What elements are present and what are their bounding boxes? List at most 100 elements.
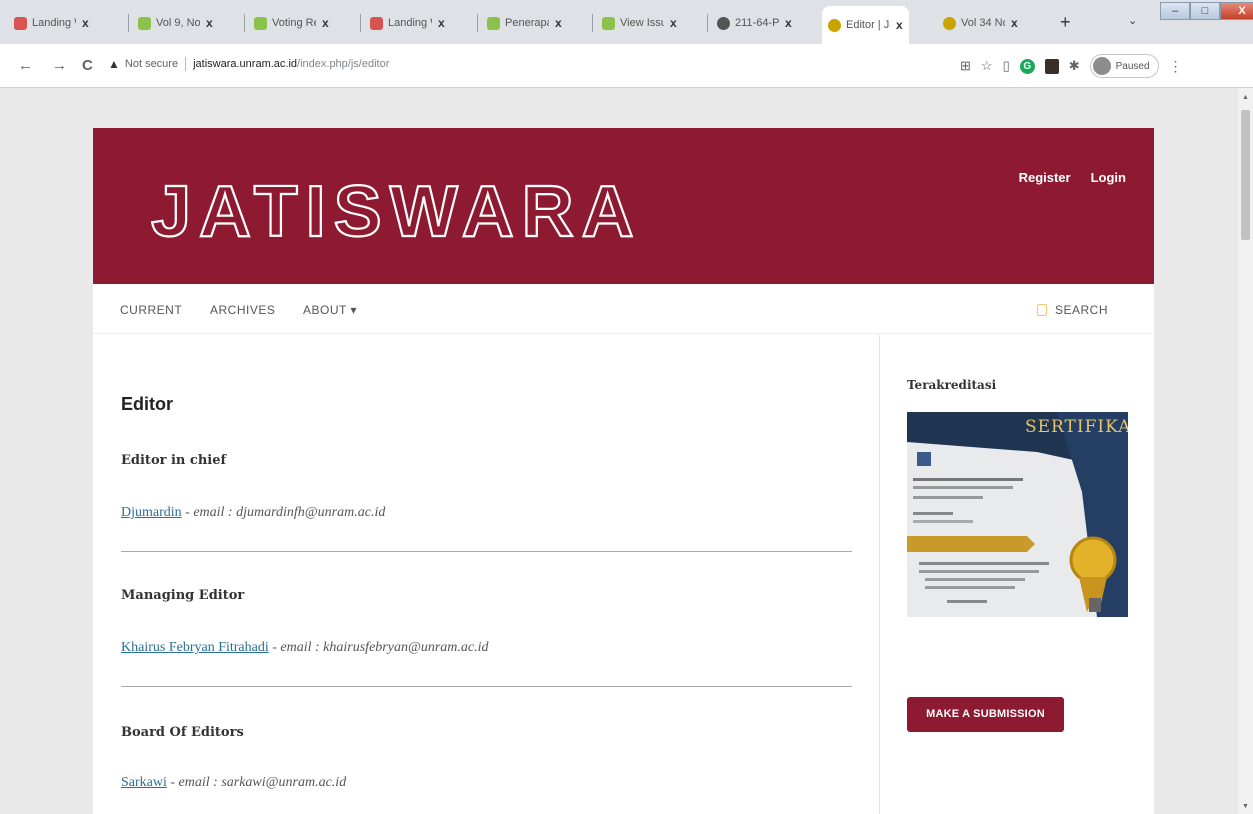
editor-entry: Khairus Febryan Fitrahadi - email : khai… [121,640,488,656]
bookmark-star-icon[interactable]: ☆ [981,58,993,74]
journal-site: JATISWARA Register Login CURRENT ARCHIVE… [93,128,1154,814]
browser-tab[interactable]: Penerapan x [481,8,568,38]
warning-icon: ▲ [108,57,120,71]
menu-icon[interactable]: ⋮ [1169,58,1183,75]
tab-title: View Issue [620,17,664,29]
close-tab-icon[interactable]: x [82,16,89,30]
nav-archives[interactable]: ARCHIVES [210,303,275,317]
reload-button[interactable]: C [82,57,93,74]
tab-title: Editor | Jati [846,19,890,31]
close-tab-icon[interactable]: x [1011,16,1018,30]
search-label: SEARCH [1054,303,1108,317]
browser-tab[interactable]: Vol 34 No. x [937,8,1024,38]
editor-entry: Sarkawi - email : sarkawi@unram.ac.id [121,775,346,791]
editor-name-link[interactable]: Khairus Febryan Fitrahadi [121,640,269,655]
close-tab-icon[interactable]: x [670,16,677,30]
browser-toolbar: ← → C ▲ Not secure jatiswara.unram.ac.id… [0,44,1253,88]
site-favicon-icon [487,16,500,30]
grammarly-extension-icon[interactable]: G [1019,58,1035,74]
editor-entry: Djumardin - email : djumardinfh@unram.ac… [121,505,385,521]
nav-current[interactable]: CURRENT [120,303,182,317]
tab-title: Vol 34 No. [961,17,1005,29]
editor-email: - email : khairusfebryan@unram.ac.id [272,640,489,655]
translate-icon[interactable]: ⊞ [960,58,971,74]
site-favicon-icon [138,16,151,30]
user-links: Register Login [1019,170,1126,185]
svg-text:SERTIFIKAT: SERTIFIKAT [1025,417,1128,437]
browser-tab[interactable]: Landing W x [364,8,451,38]
back-button[interactable]: ← [18,57,33,74]
divider [121,551,852,552]
tab-title: 211-64-PE [735,17,779,29]
site-favicon-icon [828,18,841,32]
editor-email: - email : sarkawi@unram.ac.id [170,775,347,790]
editor-name-link[interactable]: Djumardin [121,505,182,520]
primary-nav: CURRENT ARCHIVES ABOUT ▾ SEARCH [93,284,1154,334]
editor-email: - email : djumardinfh@unram.ac.id [185,505,386,520]
toolbar-icons: ⊞ ☆ ▯ G ✱ Paused ⋮ [960,54,1183,78]
browser-tab[interactable]: Voting Res x [248,8,335,38]
site-favicon-icon [14,16,27,30]
tab-title: Landing W [388,17,432,29]
vertical-scrollbar[interactable]: ▲ ▼ [1238,88,1253,814]
tab-title: Penerapan [505,17,549,29]
browser-tab[interactable]: Vol 9, No : x [132,8,219,38]
browser-tab[interactable]: 211-64-PE x [711,8,798,38]
search-link[interactable]: SEARCH [1036,303,1108,317]
site-favicon-icon [602,16,615,30]
register-link[interactable]: Register [1019,170,1071,185]
section-heading: Managing Editor [121,588,245,603]
tab-title: Voting Res [272,17,316,29]
sidebar: Terakreditasi SERTIFIKAT [879,335,1154,814]
url-path: /index.php/js/editor [297,58,390,70]
login-link[interactable]: Login [1091,170,1126,185]
forward-button[interactable]: → [52,57,67,74]
scroll-down-icon[interactable]: ▼ [1242,803,1249,810]
close-tab-icon[interactable]: x [555,16,562,30]
site-favicon-icon [943,16,956,30]
browser-tab[interactable]: Landing W x [8,8,95,38]
close-tab-icon[interactable]: x [785,16,792,30]
tab-search-button[interactable]: ⌄ [1128,14,1137,27]
section-heading: Board Of Editors [121,725,244,740]
close-tab-icon[interactable]: x [896,18,903,32]
site-favicon-icon [370,16,383,30]
browser-tab[interactable]: View Issue x [596,8,683,38]
minimize-button[interactable]: – [1160,2,1190,20]
address-bar[interactable]: ▲ Not secure jatiswara.unram.ac.id /inde… [108,57,389,71]
main-content: Editor Editor in chief Djumardin - email… [93,335,879,814]
close-window-button[interactable]: X [1220,2,1253,20]
new-tab-button[interactable]: + [1060,12,1071,33]
scrollbar-thumb[interactable] [1241,110,1250,240]
section-heading: Editor in chief [121,453,227,468]
nav-about[interactable]: ABOUT ▾ [303,303,357,317]
svg-text:JATISWARA: JATISWARA [151,172,641,246]
profile-status: Paused [1115,60,1150,72]
make-submission-button[interactable]: MAKE A SUBMISSION [907,697,1064,732]
close-tab-icon[interactable]: x [438,16,445,30]
accreditation-certificate-image: SERTIFIKAT [907,412,1128,617]
avatar [1092,57,1111,75]
divider [121,686,852,687]
maximize-button[interactable]: □ [1190,2,1220,20]
page-viewport: JATISWARA Register Login CURRENT ARCHIVE… [0,88,1238,814]
sidebar-block-title: Terakreditasi [907,378,997,392]
site-logo[interactable]: JATISWARA [151,166,641,246]
tab-strip: Landing W x Vol 9, No : x Voting Res x L… [0,0,1253,44]
security-status[interactable]: Not secure [125,58,178,70]
reader-icon[interactable]: ▯ [1003,58,1010,74]
site-favicon-icon [717,16,730,30]
extension-icon[interactable] [1044,58,1059,74]
profile-button[interactable]: Paused [1089,54,1159,78]
url-host: jatiswara.unram.ac.id [193,58,298,70]
browser-tab-active[interactable]: Editor | Jati x [822,6,909,44]
close-tab-icon[interactable]: x [206,16,213,30]
search-icon [1036,304,1047,316]
tab-title: Vol 9, No : [156,17,200,29]
scroll-up-icon[interactable]: ▲ [1242,94,1249,101]
site-favicon-icon [254,16,267,30]
extensions-puzzle-icon[interactable]: ✱ [1069,58,1080,74]
tab-title: Landing W [32,17,76,29]
editor-name-link[interactable]: Sarkawi [121,775,167,790]
close-tab-icon[interactable]: x [322,16,329,30]
